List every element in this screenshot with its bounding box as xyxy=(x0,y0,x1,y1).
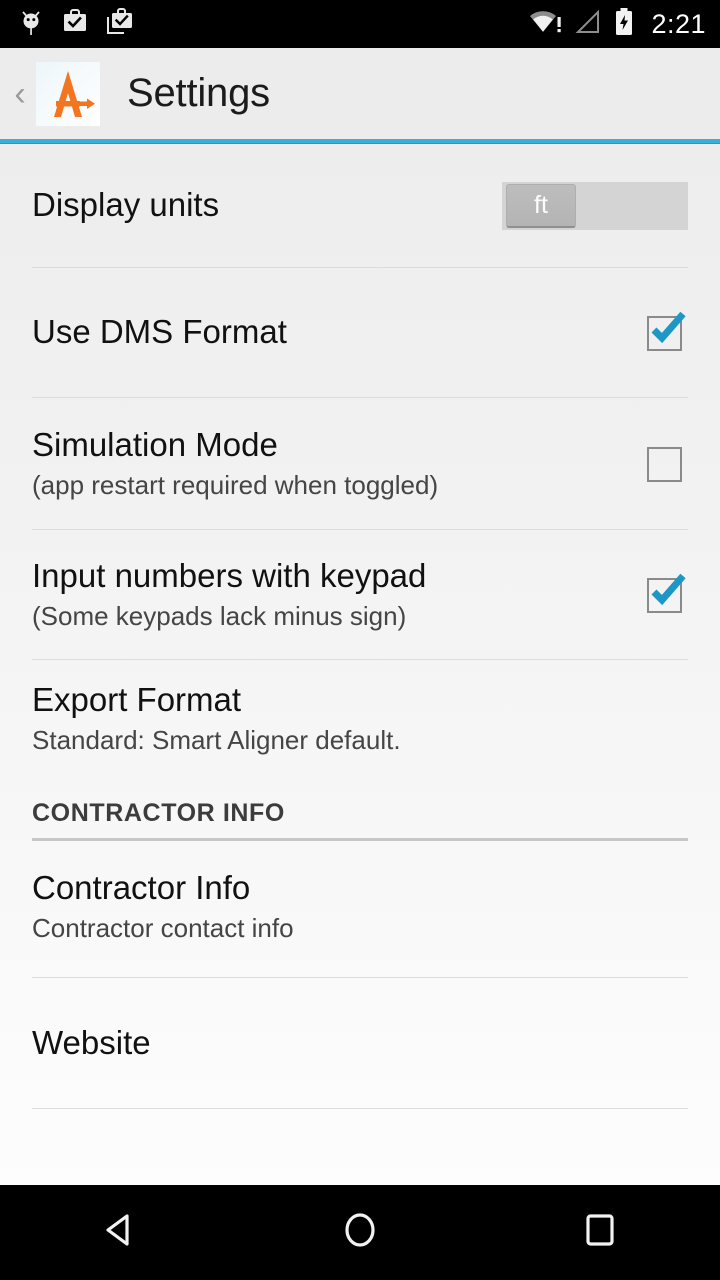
setting-row-dms-format[interactable]: Use DMS Format xyxy=(0,268,720,397)
nav-back-button[interactable] xyxy=(0,1185,240,1280)
nav-recents-button[interactable] xyxy=(480,1185,720,1280)
dms-format-checkbox[interactable] xyxy=(644,311,688,355)
nav-home-button[interactable] xyxy=(240,1185,480,1280)
action-bar: ‹ Settings xyxy=(0,48,720,139)
setting-subtitle: Contractor contact info xyxy=(32,912,294,943)
cell-signal-empty-icon xyxy=(574,8,602,41)
row-text-block: Export Format Standard: Smart Aligner de… xyxy=(32,681,688,755)
status-bar-right-icons: 2:21 xyxy=(528,7,706,42)
row-text-block: Website xyxy=(32,1023,688,1061)
wifi-warning-icon xyxy=(528,8,562,41)
back-chevron-icon[interactable]: ‹ xyxy=(6,77,34,111)
setting-row-simulation-mode[interactable]: Simulation Mode (app restart required wh… xyxy=(0,398,720,529)
navigation-bar xyxy=(0,1185,720,1280)
display-units-value[interactable]: ft xyxy=(506,183,576,228)
nav-home-icon xyxy=(337,1207,383,1258)
work-briefcase-copy-icon xyxy=(106,7,134,41)
setting-title: Display units xyxy=(32,186,220,224)
row-text-block: Use DMS Format xyxy=(32,313,644,351)
setting-title: Website xyxy=(32,1023,151,1061)
display-units-spinner[interactable]: ft xyxy=(502,181,688,230)
battery-charging-icon xyxy=(614,7,634,42)
work-briefcase-check-icon xyxy=(62,8,88,41)
checkmark-icon xyxy=(643,306,691,359)
setting-row-display-units[interactable]: Display units ft xyxy=(0,144,720,267)
status-bar-clock: 2:21 xyxy=(651,8,706,39)
row-text-block: Contractor Info Contractor contact info xyxy=(32,869,688,943)
setting-title: Export Format xyxy=(32,681,242,718)
setting-row-website[interactable]: Website xyxy=(0,978,720,1108)
setting-row-export-format[interactable]: Export Format Standard: Smart Aligner de… xyxy=(0,660,720,771)
setting-title: Use DMS Format xyxy=(32,313,287,351)
simulation-mode-checkbox[interactable] xyxy=(644,442,688,486)
row-text-block: Input numbers with keypad (Some keypads … xyxy=(32,556,644,631)
divider xyxy=(32,1108,688,1109)
checkbox-square xyxy=(647,446,682,482)
setting-title: Simulation Mode xyxy=(32,425,278,463)
setting-title: Contractor Info xyxy=(32,869,251,906)
setting-subtitle: (app restart required when toggled) xyxy=(32,469,439,500)
setting-subtitle: Standard: Smart Aligner default. xyxy=(32,724,401,755)
nav-recents-icon xyxy=(577,1207,623,1258)
row-text-block: Display units xyxy=(32,186,502,224)
keypad-input-checkbox[interactable] xyxy=(644,573,688,617)
phone-screen: 2:21 ‹ Settings Display units ft Use DMS… xyxy=(0,0,720,1280)
nav-back-icon xyxy=(97,1207,143,1258)
section-header-contractor-info: CONTRACTOR INFO xyxy=(32,799,285,827)
setting-row-keypad-input[interactable]: Input numbers with keypad (Some keypads … xyxy=(0,530,720,659)
row-text-block: Simulation Mode (app restart required wh… xyxy=(32,425,644,500)
checkmark-icon xyxy=(643,568,691,621)
setting-subtitle: (Some keypads lack minus sign) xyxy=(32,600,407,631)
settings-list: Display units ft Use DMS Format Simulati… xyxy=(0,144,720,1185)
status-bar: 2:21 xyxy=(0,0,720,48)
page-title: Settings xyxy=(127,71,270,115)
setting-title: Input numbers with keypad xyxy=(32,556,427,594)
android-debug-icon xyxy=(18,7,44,42)
status-bar-left-icons xyxy=(18,7,134,42)
setting-row-contractor-info[interactable]: Contractor Info Contractor contact info xyxy=(0,841,720,977)
smart-aligner-logo-icon[interactable] xyxy=(36,61,100,126)
